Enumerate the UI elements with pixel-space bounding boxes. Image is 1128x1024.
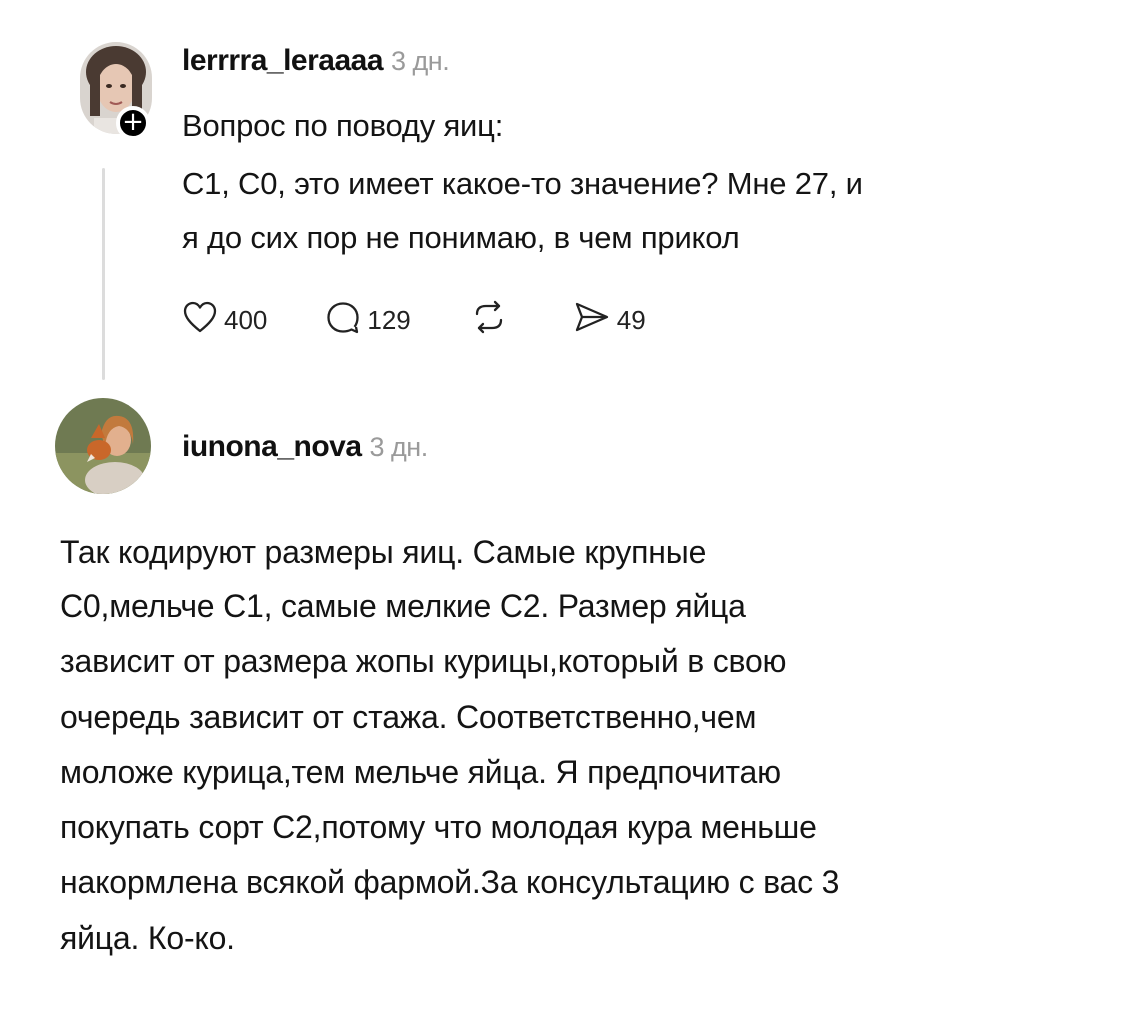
post-header: lerrrra_leraaaa 3 дн.: [182, 44, 450, 78]
reply-text-line: Так кодируют размеры яиц. Самые крупные: [60, 534, 707, 570]
like-count: 400: [224, 304, 268, 335]
comment-button[interactable]: 129: [325, 300, 411, 341]
plus-icon[interactable]: +: [116, 106, 150, 140]
avatar[interactable]: [55, 398, 151, 494]
reply-text-line: яйца. Ко-ко.: [60, 920, 235, 956]
reply-text-line: моложе курица,тем мельче яйца. Я предпоч…: [60, 754, 781, 790]
timestamp: 3 дн.: [391, 46, 450, 76]
repost-icon: [469, 300, 515, 341]
reply-text-line: зависит от размера жопы курицы,который в…: [60, 643, 787, 679]
reply-text-line: покупать сорт С2,потому что молодая кура…: [60, 809, 817, 845]
heart-icon: [182, 300, 224, 341]
comment-count: 129: [367, 304, 411, 335]
original-post: + lerrrra_leraaaa 3 дн. Вопрос по поводу …: [0, 0, 1128, 390]
post-actions: 400 129 49: [182, 298, 704, 342]
send-icon: [573, 300, 617, 341]
timestamp: 3 дн.: [369, 432, 429, 462]
reply-text-line: очередь зависит от стажа. Соответственно…: [60, 699, 757, 735]
reply-text-line: С0,мельче С1, самые мелкие С2. Размер яй…: [60, 588, 746, 624]
thread-line: [102, 168, 105, 380]
username[interactable]: lerrrra_leraaaa: [182, 44, 384, 77]
comment-bubble-icon: [325, 300, 367, 341]
share-count: 49: [616, 304, 646, 335]
repost-button[interactable]: [469, 300, 515, 341]
post-text-line: С1, С0, это имеет какое-то значение? Мне…: [182, 166, 863, 201]
like-button[interactable]: 400: [182, 300, 267, 341]
username[interactable]: iunona_nova: [182, 430, 362, 463]
share-button[interactable]: 49: [573, 300, 646, 341]
reply-header: iunona_nova 3 дн.: [182, 430, 428, 464]
reply-text-line: накормлена всякой фармой.За консультацию…: [60, 864, 840, 900]
post-text-line: я до сих пор не понимаю, в чем прикол: [182, 220, 740, 255]
post-text-line: Вопрос по поводу яиц:: [182, 108, 504, 143]
